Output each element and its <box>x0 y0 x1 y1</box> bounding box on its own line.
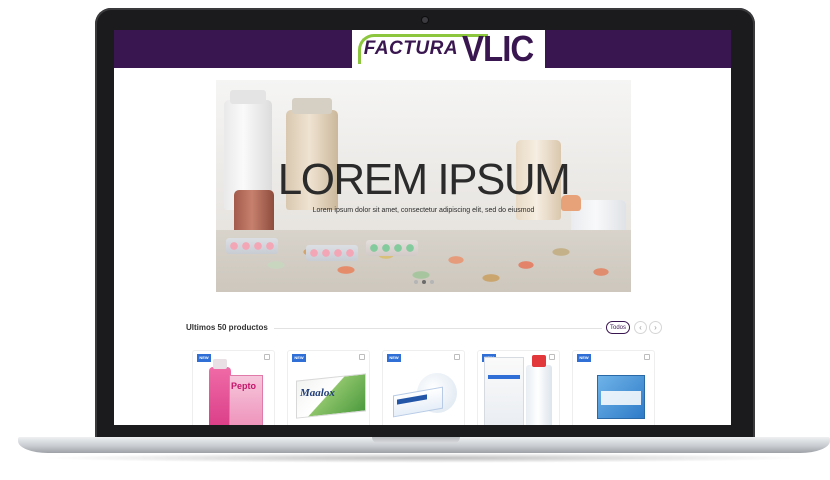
laptop-notch <box>372 437 460 443</box>
product-name: Pepto <box>231 381 257 391</box>
hero-title: LOREM IPSUM <box>277 155 571 204</box>
product-image <box>526 365 552 425</box>
site-header: FACTURA VLIC <box>114 30 731 69</box>
product-stripe <box>488 375 520 379</box>
view-all-button[interactable]: Todos <box>606 321 630 334</box>
carousel-dot[interactable] <box>413 280 418 284</box>
new-badge: NEW <box>387 354 401 362</box>
favorite-icon[interactable] <box>359 354 365 360</box>
new-badge: NEW <box>197 354 211 362</box>
product-image <box>213 359 227 369</box>
product-cap <box>532 355 546 367</box>
product-card[interactable]: NEW <box>477 350 560 425</box>
carousel-dots <box>216 280 631 284</box>
product-card[interactable]: NEW Pepto <box>192 350 275 425</box>
laptop-screen: FACTURA VLIC LOREM IPSUM Lorem ipsum dol… <box>114 30 731 425</box>
favorite-icon[interactable] <box>549 354 555 360</box>
blister-pack <box>306 245 358 261</box>
carousel-dot[interactable] <box>429 280 434 284</box>
favorite-icon[interactable] <box>264 354 270 360</box>
favorite-icon[interactable] <box>454 354 460 360</box>
product-card[interactable]: NEW <box>572 350 655 425</box>
webcam <box>422 17 428 23</box>
products-section-header: Ultimos 50 productos Todos ‹ › <box>186 320 662 336</box>
hero-subtitle: Lorem ipsum dolor sit amet, consectetur … <box>312 207 535 214</box>
laptop-shadow <box>40 453 810 463</box>
product-name: Maalox <box>300 387 335 399</box>
logo-text-vlic: VLIC <box>462 30 534 69</box>
chevron-left-icon[interactable]: ‹ <box>634 321 647 334</box>
section-title: Ultimos 50 productos <box>186 323 274 332</box>
blister-pack <box>226 238 278 254</box>
new-badge: NEW <box>292 354 306 362</box>
product-box <box>484 357 524 425</box>
site-logo[interactable]: FACTURA VLIC <box>352 30 545 69</box>
section-divider <box>266 328 602 329</box>
bottle-cap <box>292 98 332 114</box>
product-label <box>601 391 641 405</box>
product-card[interactable]: NEW Maalox <box>287 350 370 425</box>
favorite-icon[interactable] <box>644 354 650 360</box>
hero-banner[interactable]: LOREM IPSUM Lorem ipsum dolor sit amet, … <box>216 80 631 292</box>
blister-pack <box>366 240 418 256</box>
new-badge: NEW <box>577 354 591 362</box>
logo-text-factura: FACTURA <box>363 38 459 59</box>
bottle-cap <box>230 90 266 104</box>
carousel-dot-active[interactable] <box>421 280 426 284</box>
chevron-right-icon[interactable]: › <box>649 321 662 334</box>
product-image <box>209 367 231 425</box>
product-card[interactable]: NEW <box>382 350 465 425</box>
